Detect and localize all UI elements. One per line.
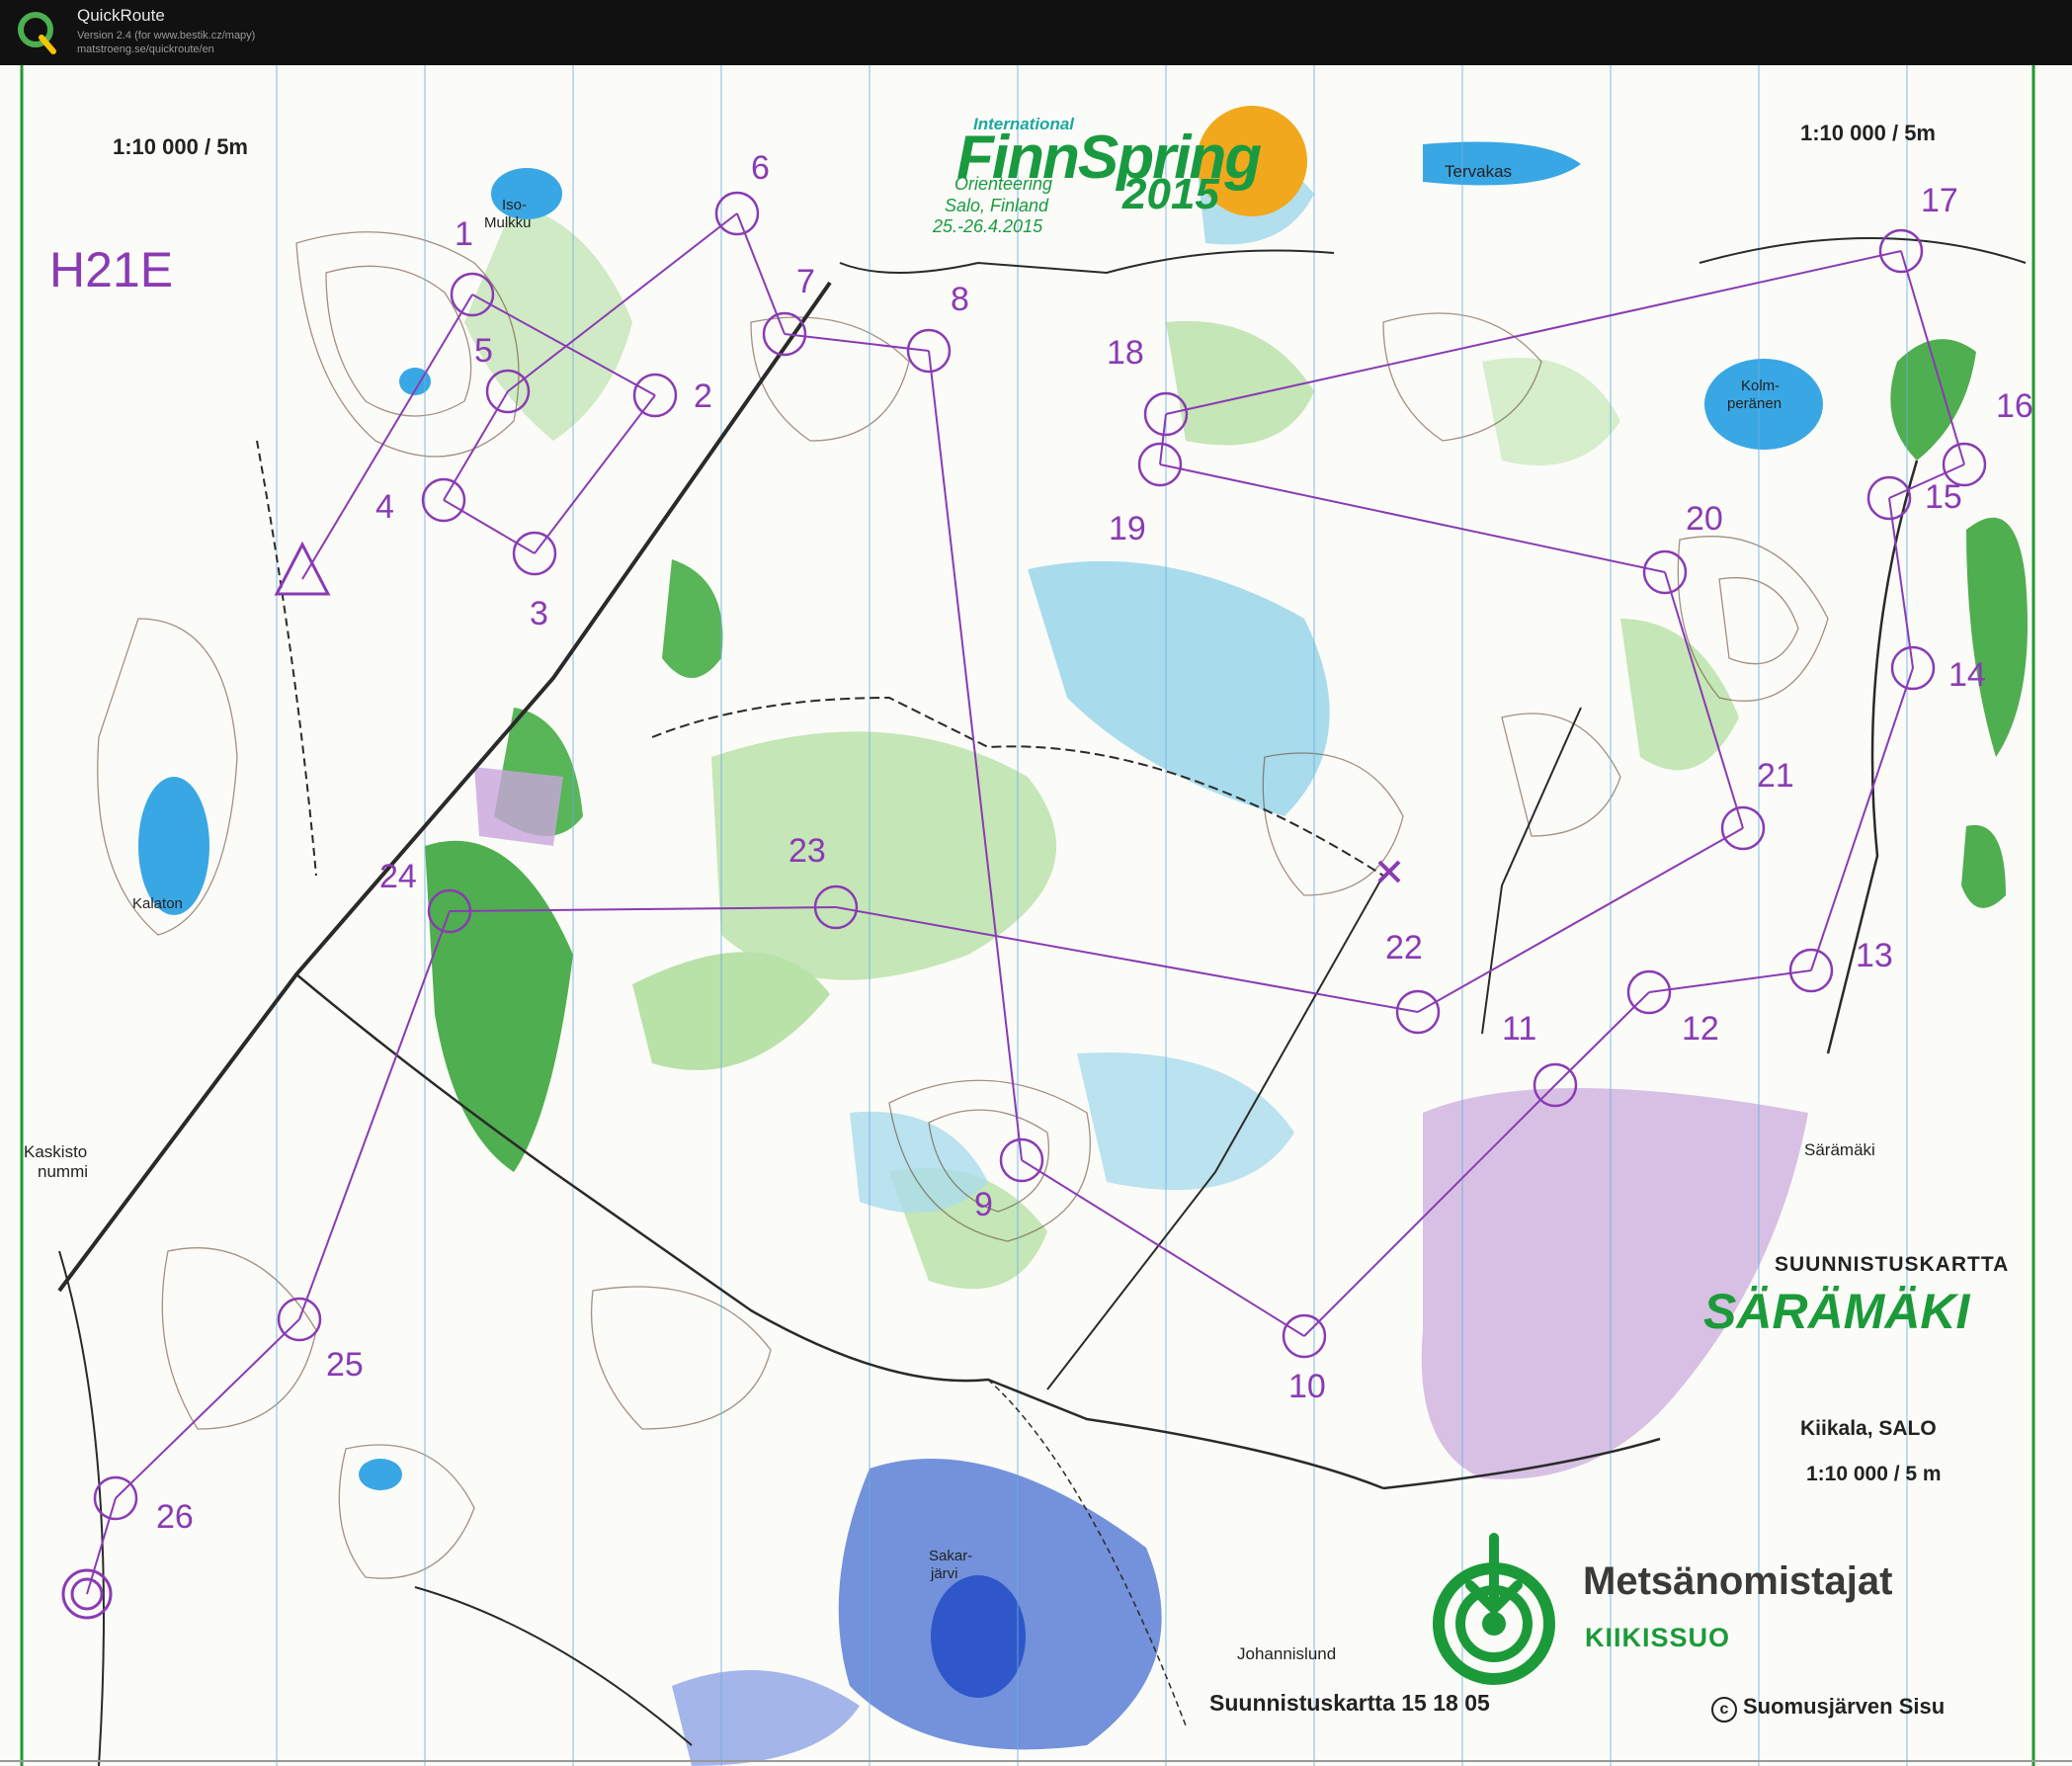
control-number-16: 16 xyxy=(1996,387,2033,425)
course-leg xyxy=(443,499,536,554)
control-number-12: 12 xyxy=(1682,1010,1719,1048)
map-area-name: SÄRÄMÄKI xyxy=(1703,1284,1970,1339)
control-number-6: 6 xyxy=(751,149,770,187)
lake-label-kalaton: Kalaton xyxy=(132,895,183,912)
control-number-23: 23 xyxy=(788,832,826,870)
control-number-22: 22 xyxy=(1385,929,1423,967)
place-label-saramaki: Särämäki xyxy=(1804,1140,1875,1159)
map-scale-footer: 1:10 000 / 5 m xyxy=(1806,1463,1942,1485)
control-number-5: 5 xyxy=(474,332,493,370)
start-triangle-icon xyxy=(274,541,331,596)
lake-label-peranen: peränen xyxy=(1727,395,1782,412)
map-type-title: SUUNNISTUSKARTTA xyxy=(1775,1253,2010,1276)
scale-label-top-right: 1:10 000 / 5m xyxy=(1800,121,1936,145)
sponsor-name: Metsänomistajat xyxy=(1583,1559,1893,1603)
map-location: Kiikala, SALO xyxy=(1800,1417,1937,1440)
place-label-johannislund: Johannislund xyxy=(1237,1644,1337,1663)
control-number-26: 26 xyxy=(156,1498,194,1536)
course-leg xyxy=(1159,413,1167,465)
control-number-11: 11 xyxy=(1502,1010,1537,1048)
control-number-1: 1 xyxy=(455,215,473,253)
lake-label-sakar: Sakar- xyxy=(929,1548,973,1564)
event-logo-year: 2015 xyxy=(1122,170,1219,218)
control-number-4: 4 xyxy=(375,488,394,526)
control-number-8: 8 xyxy=(951,281,969,318)
copyright-icon: c xyxy=(1711,1697,1737,1723)
map-graphics xyxy=(0,65,2072,1766)
control-number-15: 15 xyxy=(1925,478,1962,516)
control-number-13: 13 xyxy=(1856,937,1893,974)
control-number-7: 7 xyxy=(796,263,815,300)
sponsor-logo-icon xyxy=(1433,1533,1555,1685)
course-leg xyxy=(298,910,451,1320)
course-leg xyxy=(301,294,473,580)
map-number: Suunnistuskartta 15 18 05 xyxy=(1209,1690,1490,1716)
app-version: Version 2.4 (for www.bestik.cz/mapy) xyxy=(77,30,256,42)
control-number-24: 24 xyxy=(379,858,417,895)
app-url: matstroeng.se/quickroute/en xyxy=(77,43,214,55)
place-label-tervakas: Tervakas xyxy=(1445,162,1513,181)
control-number-17: 17 xyxy=(1921,182,1958,219)
control-number-19: 19 xyxy=(1109,510,1146,547)
course-leg xyxy=(736,212,786,335)
course-leg xyxy=(1810,667,1914,971)
event-logo-city: Salo, Finland xyxy=(945,196,1049,215)
control-number-18: 18 xyxy=(1107,334,1144,372)
copyright-notice: c Suomusjärven Sisu xyxy=(1711,1694,1945,1723)
control-number-21: 21 xyxy=(1757,757,1794,795)
course-leg xyxy=(1417,827,1744,1013)
event-logo-dates: 25.-26.4.2015 xyxy=(933,216,1043,236)
event-logo-sub-line: Orienteering xyxy=(954,174,1053,194)
lake-label-mulkku: Mulkku xyxy=(484,214,532,231)
lake-label-jarvi: järvi xyxy=(931,1565,958,1582)
control-number-25: 25 xyxy=(326,1346,364,1384)
control-number-2: 2 xyxy=(694,378,712,415)
lake-label-iso: Iso- xyxy=(502,197,528,213)
control-number-20: 20 xyxy=(1686,500,1723,538)
lake-label-kolm: Kolm- xyxy=(1741,378,1781,394)
course-class-label: H21E xyxy=(49,242,174,297)
title-bar: QuickRoute Version 2.4 (for www.bestik.c… xyxy=(0,0,2072,66)
control-number-10: 10 xyxy=(1288,1368,1326,1405)
app-title: QuickRoute xyxy=(77,6,165,25)
place-label-kaskisto: Kaskisto xyxy=(24,1142,88,1161)
place-label-nummi: nummi xyxy=(38,1162,89,1181)
crossing-icon xyxy=(1377,860,1401,883)
course-leg xyxy=(1159,463,1666,573)
control-number-9: 9 xyxy=(974,1186,993,1223)
copyright-text: Suomusjärven Sisu xyxy=(1743,1694,1946,1719)
quickroute-logo-icon xyxy=(18,12,56,54)
control-number-3: 3 xyxy=(530,595,548,632)
orienteering-map[interactable]: 1:10 000 / 5m 1:10 000 / 5m H21E Interna… xyxy=(0,65,2072,1766)
scale-label-top-left: 1:10 000 / 5m xyxy=(113,134,248,159)
sponsor-subtitle: KIIKISSUO xyxy=(1585,1623,1731,1652)
control-number-14: 14 xyxy=(1948,656,1986,694)
course-leg xyxy=(1648,969,1812,993)
